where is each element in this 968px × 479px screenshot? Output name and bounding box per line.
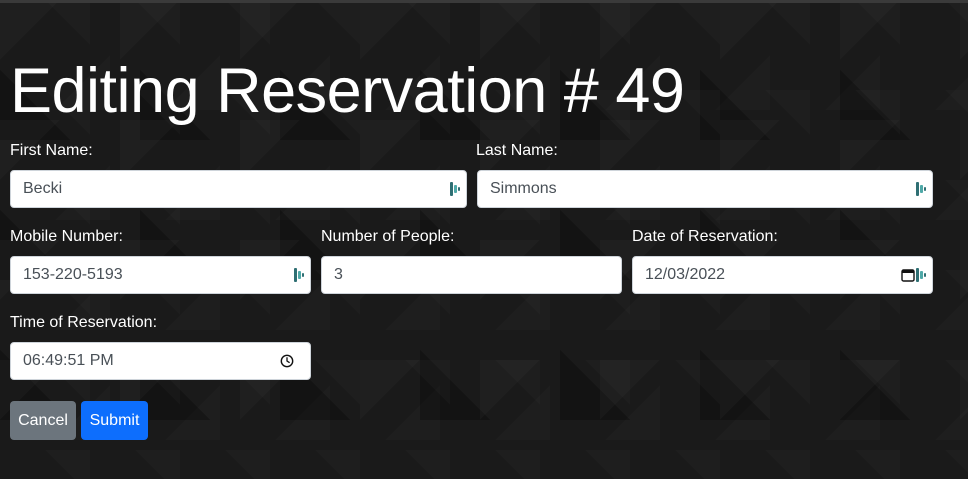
date-input[interactable] [633,257,932,293]
mobile-number-input[interactable] [11,257,310,293]
top-border [0,0,968,3]
first-name-label: First Name: [10,142,93,159]
people-field[interactable] [321,256,622,294]
people-label: Number of People: [321,228,455,245]
cancel-button[interactable]: Cancel [10,401,76,440]
calendar-icon[interactable] [901,268,915,282]
people-input[interactable] [322,257,621,293]
time-label: Time of Reservation: [10,314,158,331]
last-name-field[interactable] [477,170,933,208]
password-manager-icon[interactable] [916,182,926,196]
mobile-number-field[interactable] [10,256,311,294]
page-title: Editing Reservation # 49 [10,56,685,126]
password-manager-icon[interactable] [916,268,926,282]
date-field[interactable] [632,256,933,294]
submit-button[interactable]: Submit [81,401,148,440]
password-manager-icon[interactable] [450,182,460,196]
password-manager-icon[interactable] [294,268,304,282]
first-name-input[interactable] [11,171,466,207]
last-name-input[interactable] [478,171,932,207]
clock-icon[interactable] [280,354,294,368]
time-input[interactable] [11,343,310,379]
first-name-field[interactable] [10,170,467,208]
date-label: Date of Reservation: [632,228,778,245]
mobile-number-label: Mobile Number: [10,228,123,245]
time-field[interactable] [10,342,311,380]
last-name-label: Last Name: [476,142,558,159]
